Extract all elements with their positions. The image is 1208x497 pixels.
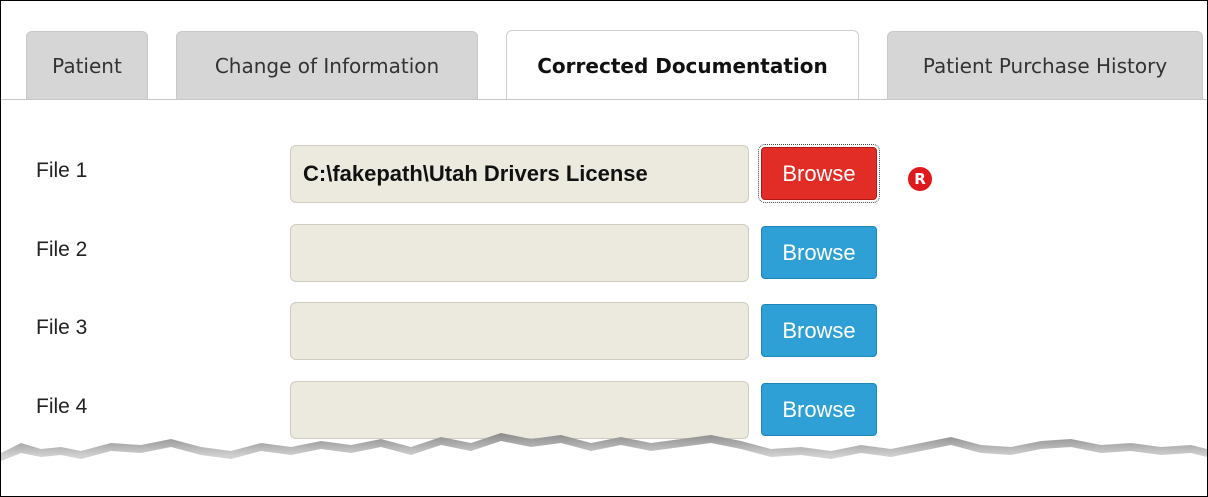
file-2-input[interactable] [290, 224, 749, 282]
torn-edge-decoration [1, 433, 1207, 496]
file-3-label: File 3 [36, 316, 88, 339]
file-row-1: File 1 C:\fakepath\Utah Drivers License … [1, 144, 1207, 205]
tab-corrected-documentation[interactable]: Corrected Documentation [506, 30, 859, 100]
file-1-input[interactable]: C:\fakepath\Utah Drivers License [290, 145, 749, 203]
file-2-browse-button[interactable]: Browse [761, 226, 877, 279]
page-frame: Patient Change of Information Corrected … [0, 0, 1208, 497]
file-1-label: File 1 [36, 159, 88, 182]
tab-patient[interactable]: Patient [26, 31, 148, 99]
file-4-label: File 4 [36, 395, 88, 418]
file-3-browse-button[interactable]: Browse [761, 304, 877, 357]
file-row-3: File 3 Browse [1, 302, 1207, 362]
tab-bar: Patient Change of Information Corrected … [1, 1, 1207, 100]
required-error-icon: R [908, 167, 932, 191]
file-row-2: File 2 Browse [1, 224, 1207, 284]
file-2-label: File 2 [36, 238, 88, 261]
tab-change-of-information[interactable]: Change of Information [176, 31, 478, 99]
tab-patient-purchase-history[interactable]: Patient Purchase History [887, 31, 1203, 99]
tab-divider [1, 99, 1207, 100]
file-3-input[interactable] [290, 302, 749, 360]
file-1-browse-button[interactable]: Browse [758, 144, 880, 203]
